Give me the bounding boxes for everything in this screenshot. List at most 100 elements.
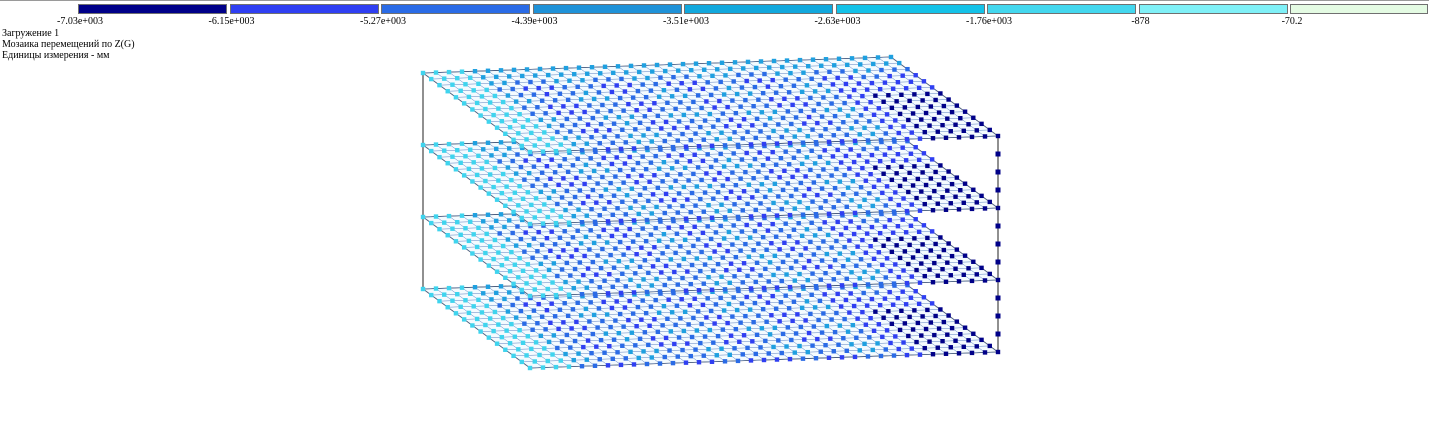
mesh-node [691,315,696,321]
mesh-node [746,110,752,115]
column-node [995,313,1001,319]
mesh-node [757,294,762,299]
mesh-node [565,241,571,247]
mesh-node [773,306,779,311]
mesh-node [811,180,817,185]
mesh-node [818,205,823,210]
mesh-node [930,280,936,285]
mesh-node [557,307,563,312]
mesh-node [810,57,816,62]
mesh-node [919,117,924,122]
mesh-node [500,315,506,321]
mesh-node [787,284,793,290]
mesh-node [848,291,853,296]
mesh-node [958,116,963,121]
mesh-node [546,72,551,78]
mesh-node [676,263,682,268]
mesh-node [727,280,732,286]
mesh-node [654,276,659,282]
mesh-node [790,102,795,108]
mesh-node [808,95,813,101]
mesh-node [585,266,591,271]
mesh-node [614,299,619,304]
mesh-node [511,137,516,143]
mesh-node [708,308,714,314]
mesh-node [759,182,765,187]
mesh-node [713,86,719,91]
mesh-node [548,176,553,181]
mesh-node [740,208,745,213]
mesh-node [474,244,480,250]
mesh-node [576,351,581,356]
mesh-node [588,228,593,233]
mesh-node [719,202,724,207]
mesh-node [455,291,460,297]
mesh-node [819,186,825,191]
mesh-node [463,154,468,159]
mesh-node [974,200,979,205]
mesh-node [845,257,851,262]
mesh-node [938,307,943,312]
mesh-node [602,206,607,211]
mesh-node [455,219,460,225]
mesh-node [513,315,519,320]
mesh-node [532,143,537,148]
mesh-node [559,267,565,272]
mesh-node [841,264,846,269]
mesh-node [571,357,576,363]
mesh-node [609,233,615,239]
mesh-node [483,250,488,256]
mesh-node [796,293,801,298]
mesh-node [724,196,729,201]
mesh-node [979,121,984,127]
mesh-node [832,329,838,335]
mesh-node [725,320,730,326]
mesh-node [657,289,663,294]
mesh-node [787,212,793,218]
mesh-node [912,164,917,169]
mesh-node [597,213,602,218]
mesh-node [929,157,935,162]
mesh-node [718,151,723,157]
mesh-node [557,163,563,168]
mesh-node [470,323,475,328]
mesh-node [536,229,541,235]
mesh-node [847,166,852,171]
mesh-node [772,181,778,187]
mesh-node [479,238,485,243]
mesh-node [956,135,962,140]
mesh-node [920,98,925,103]
mesh-node [666,297,671,302]
mesh-node [948,273,953,278]
mesh-node [730,242,735,247]
mesh-node [429,76,434,82]
mesh-node [564,116,570,122]
mesh-node [486,263,492,268]
mesh-node [491,256,496,262]
mesh-node [577,260,583,265]
mesh-node [793,115,799,120]
mesh-node [886,237,891,242]
mesh-node [459,69,465,74]
mesh-node [701,353,706,358]
mesh-node [715,261,721,267]
mesh-node [769,169,774,174]
mesh-node [751,104,756,109]
mesh-node [800,356,806,361]
mesh-node [510,158,515,164]
mesh-node [689,262,695,268]
mesh-node [705,80,710,85]
mesh-node [877,302,883,308]
mesh-node [505,309,511,314]
mesh-node [624,70,629,75]
mesh-node [860,309,865,315]
mesh-node [572,71,577,77]
mesh-node [680,275,685,281]
mesh-node [698,124,703,130]
mesh-node [760,306,766,312]
mesh-node [864,159,870,164]
model-viewport[interactable] [0,0,1429,448]
mesh-node [656,238,662,243]
mesh-node [615,64,621,69]
mesh-node [748,214,754,219]
